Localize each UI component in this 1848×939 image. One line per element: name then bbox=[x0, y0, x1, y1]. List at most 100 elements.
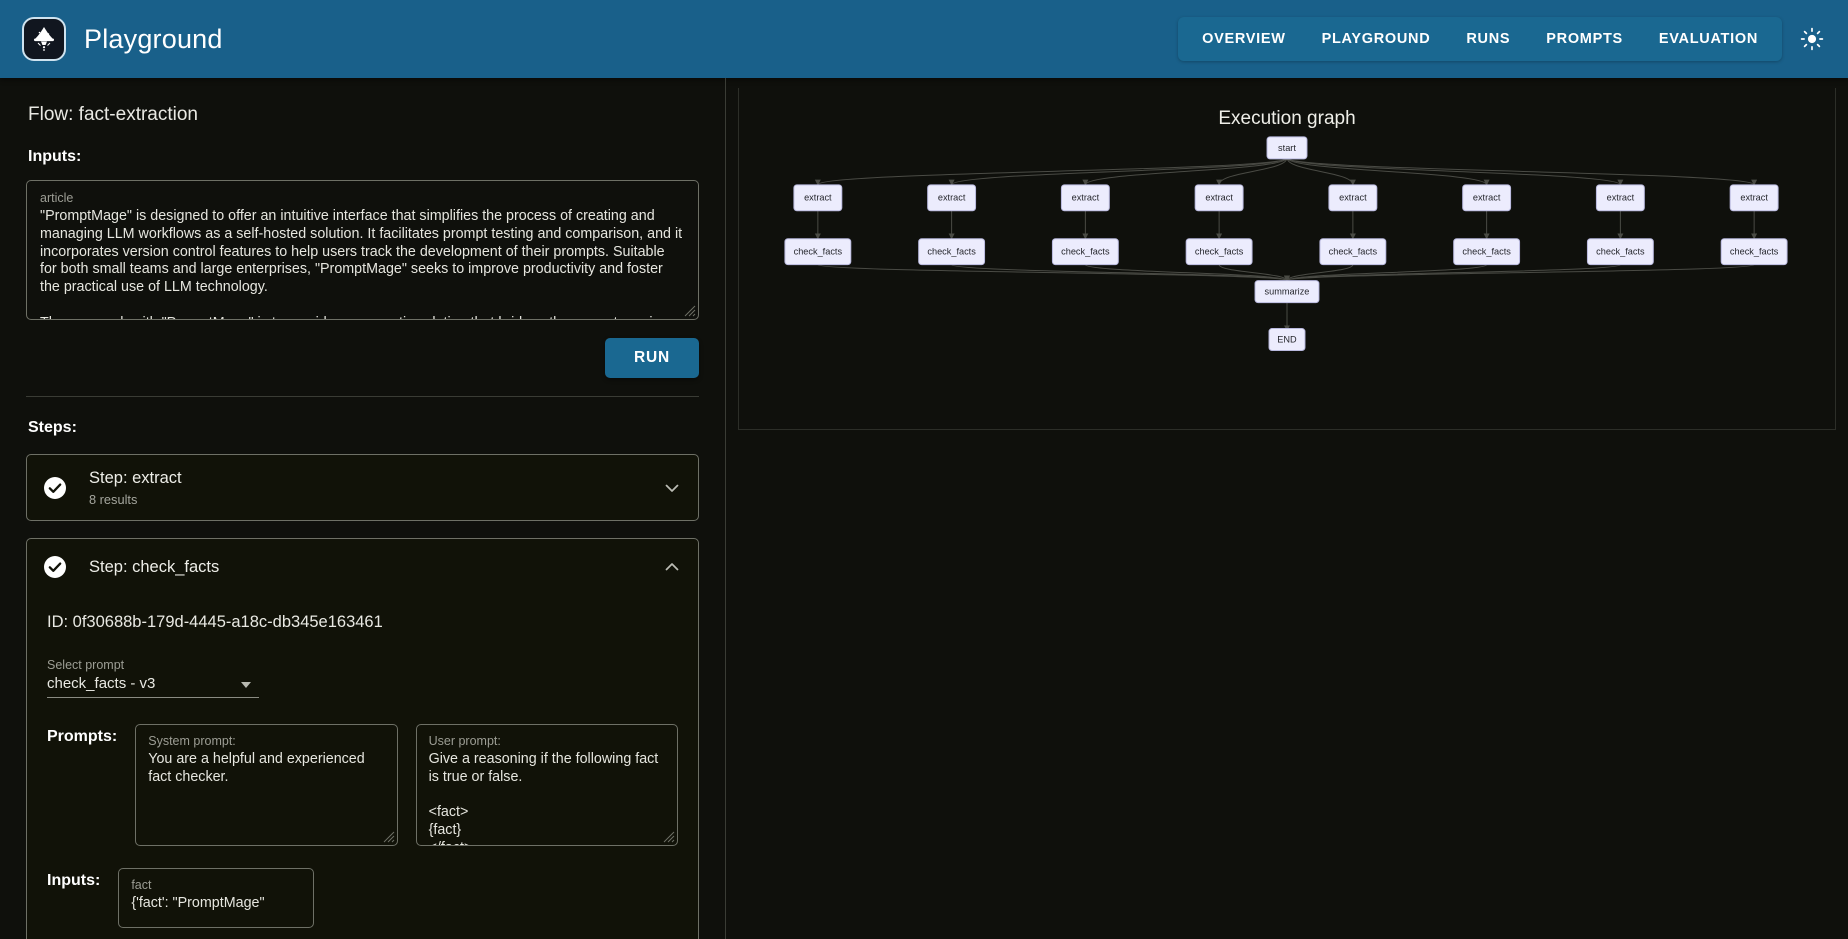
select-prompt-value: check_facts - v3 bbox=[47, 675, 259, 692]
wizard-hat-icon bbox=[29, 24, 59, 54]
graph-edges-start bbox=[818, 158, 1754, 185]
graph-node-start[interactable]: start bbox=[1267, 137, 1307, 159]
fact-input[interactable]: fact {'fact': "PromptMage" bbox=[118, 868, 314, 928]
svg-text:check_facts: check_facts bbox=[1596, 247, 1645, 257]
user-prompt-value: Give a reasoning if the following fact i… bbox=[429, 751, 665, 846]
execution-graph-container: Execution graph extractcheck_factsextrac… bbox=[738, 88, 1836, 430]
edge-checkfacts-summarize-0 bbox=[818, 265, 1287, 281]
graph-node-end[interactable]: END bbox=[1269, 329, 1305, 351]
system-prompt-value: You are a helpful and experienced fact c… bbox=[148, 751, 384, 787]
step-header-extract[interactable]: Step: extract 8 results bbox=[27, 455, 698, 520]
graph-node-extract-3[interactable]: extract bbox=[1195, 185, 1243, 211]
svg-text:extract: extract bbox=[804, 193, 832, 203]
steps-heading: Steps: bbox=[28, 419, 699, 437]
chevron-down-icon[interactable] bbox=[241, 682, 251, 688]
svg-text:extract: extract bbox=[938, 193, 966, 203]
graph-node-check-facts-5[interactable]: check_facts bbox=[1454, 239, 1520, 265]
graph-node-check-facts-6[interactable]: check_facts bbox=[1587, 239, 1653, 265]
main-nav: OVERVIEW PLAYGROUND RUNS PROMPTS EVALUAT… bbox=[1178, 17, 1782, 61]
article-input-label: article bbox=[40, 191, 685, 205]
flow-title: Flow: fact-extraction bbox=[28, 104, 699, 126]
fact-input-value: {'fact': "PromptMage" bbox=[131, 895, 301, 913]
article-input[interactable]: article "PromptMage" is designed to offe… bbox=[26, 180, 699, 320]
svg-text:extract: extract bbox=[1740, 193, 1768, 203]
svg-text:check_facts: check_facts bbox=[927, 247, 976, 257]
svg-text:check_facts: check_facts bbox=[1329, 247, 1378, 257]
article-input-value: "PromptMage" is designed to offer an int… bbox=[40, 208, 685, 320]
svg-text:check_facts: check_facts bbox=[794, 247, 843, 257]
step-id: ID: 0f30688b-179d-4445-a18c-db345e163461 bbox=[47, 613, 678, 632]
graph-node-summarize[interactable]: summarize bbox=[1255, 281, 1319, 303]
svg-text:extract: extract bbox=[1205, 193, 1233, 203]
graph-node-extract-5[interactable]: extract bbox=[1463, 185, 1511, 211]
svg-text:END: END bbox=[1277, 334, 1297, 344]
step-header-check-facts[interactable]: Step: check_facts bbox=[27, 539, 698, 595]
check-circle-icon bbox=[43, 555, 67, 579]
step-extract-results: 8 results bbox=[89, 492, 662, 507]
graph-node-extract-7[interactable]: extract bbox=[1730, 185, 1778, 211]
resize-handle-icon[interactable] bbox=[684, 305, 696, 317]
graph-node-check-facts-7[interactable]: check_facts bbox=[1721, 239, 1787, 265]
edge-checkfacts-summarize-6 bbox=[1287, 265, 1620, 281]
edge-start-extract-1 bbox=[952, 158, 1287, 185]
svg-text:check_facts: check_facts bbox=[1730, 247, 1779, 257]
nav-item-prompts[interactable]: PROMPTS bbox=[1528, 17, 1641, 61]
resize-handle-icon[interactable] bbox=[383, 831, 395, 843]
select-prompt-label: Select prompt bbox=[47, 658, 259, 672]
step-check-facts-body: ID: 0f30688b-179d-4445-a18c-db345e163461… bbox=[27, 595, 698, 939]
graph-node-check-facts-2[interactable]: check_facts bbox=[1052, 239, 1118, 265]
system-prompt-label: System prompt: bbox=[148, 734, 384, 748]
user-prompt-label: User prompt: bbox=[429, 734, 665, 748]
graph-edges-mid bbox=[818, 211, 1754, 239]
step-check-facts-texts: Step: check_facts bbox=[89, 557, 662, 578]
graph-node-check-facts-3[interactable]: check_facts bbox=[1186, 239, 1252, 265]
step-card-extract: Step: extract 8 results bbox=[26, 454, 699, 521]
graph-edges-summarize bbox=[818, 265, 1754, 281]
svg-text:check_facts: check_facts bbox=[1462, 247, 1511, 257]
select-prompt-dropdown[interactable]: Select prompt check_facts - v3 bbox=[47, 658, 259, 698]
graph-node-extract-6[interactable]: extract bbox=[1596, 185, 1644, 211]
graph-node-extract-2[interactable]: extract bbox=[1061, 185, 1109, 211]
svg-text:extract: extract bbox=[1072, 193, 1100, 203]
step-card-check-facts: Step: check_facts ID: 0f30688b-179d-4445… bbox=[26, 538, 699, 939]
user-prompt-input[interactable]: User prompt: Give a reasoning if the fol… bbox=[416, 724, 678, 846]
edge-checkfacts-summarize-7 bbox=[1287, 265, 1754, 281]
prompts-heading: Prompts: bbox=[47, 724, 117, 746]
nav-item-runs[interactable]: RUNS bbox=[1448, 17, 1528, 61]
prompts-row: Prompts: System prompt: You are a helpfu… bbox=[47, 724, 678, 846]
step-check-facts-title: Step: check_facts bbox=[89, 557, 662, 578]
graph-node-check-facts-0[interactable]: check_facts bbox=[785, 239, 851, 265]
sun-icon bbox=[1800, 27, 1824, 51]
execution-graph-svg[interactable]: extract check_facts extract check_facts extr… bbox=[739, 88, 1835, 429]
app-logo[interactable] bbox=[22, 17, 66, 61]
graph-node-extract-0[interactable]: extract bbox=[794, 185, 842, 211]
chevron-down-icon[interactable] bbox=[662, 478, 682, 498]
graph-node-extract-1[interactable]: extract bbox=[928, 185, 976, 211]
svg-text:summarize: summarize bbox=[1265, 287, 1310, 297]
nav-item-overview[interactable]: OVERVIEW bbox=[1184, 17, 1304, 61]
step-extract-texts: Step: extract 8 results bbox=[89, 468, 662, 507]
chevron-up-icon[interactable] bbox=[662, 557, 682, 577]
app-header: Playground OVERVIEW PLAYGROUND RUNS PROM… bbox=[0, 0, 1848, 78]
main-content: Flow: fact-extraction Inputs: article "P… bbox=[0, 78, 1848, 939]
svg-text:start: start bbox=[1278, 143, 1296, 153]
svg-text:extract: extract bbox=[1339, 193, 1367, 203]
run-button[interactable]: RUN bbox=[605, 338, 699, 378]
graph-nodes: extract check_facts extract check_facts extr… bbox=[785, 137, 1787, 351]
edge-start-extract-6 bbox=[1287, 158, 1620, 185]
nav-item-evaluation[interactable]: EVALUATION bbox=[1641, 17, 1776, 61]
inputs-heading: Inputs: bbox=[28, 148, 699, 166]
svg-text:extract: extract bbox=[1607, 193, 1635, 203]
system-prompt-input[interactable]: System prompt: You are a helpful and exp… bbox=[135, 724, 397, 846]
edge-start-extract-7 bbox=[1287, 158, 1754, 185]
svg-text:check_facts: check_facts bbox=[1061, 247, 1110, 257]
theme-toggle-button[interactable] bbox=[1794, 21, 1830, 57]
flow-panel: Flow: fact-extraction Inputs: article "P… bbox=[0, 78, 726, 939]
step-inputs-heading: Inputs: bbox=[47, 868, 100, 890]
nav-item-playground[interactable]: PLAYGROUND bbox=[1304, 17, 1449, 61]
graph-node-check-facts-1[interactable]: check_facts bbox=[919, 239, 985, 265]
graph-node-check-facts-4[interactable]: check_facts bbox=[1320, 239, 1386, 265]
graph-node-extract-4[interactable]: extract bbox=[1329, 185, 1377, 211]
svg-text:check_facts: check_facts bbox=[1195, 247, 1244, 257]
edge-start-extract-0 bbox=[818, 158, 1287, 185]
